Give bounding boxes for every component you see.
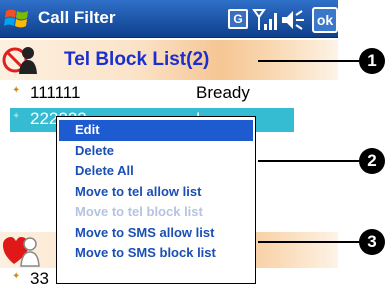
callout-line	[258, 60, 360, 62]
sms-heart-icon	[3, 237, 40, 267]
ok-button[interactable]: ok	[312, 7, 338, 33]
volume-icon[interactable]	[280, 8, 306, 32]
entry-star-icon: ✦	[12, 271, 21, 282]
callout-marker-3: 3	[359, 229, 385, 255]
context-menu: Edit Delete Delete All Move to tel allow…	[56, 116, 256, 284]
menu-item-edit[interactable]: Edit	[59, 120, 253, 141]
g-connection-icon[interactable]: G	[228, 9, 248, 29]
callout-line	[258, 241, 360, 243]
entry-number: 33	[30, 269, 49, 288]
list-item[interactable]: ✦ 111111 Bready	[0, 82, 338, 106]
entry-star-icon: ✦	[12, 85, 21, 96]
window-title: Call Filter	[38, 8, 116, 27]
callout-marker-1: 1	[359, 48, 385, 74]
menu-item-delete-all[interactable]: Delete All	[57, 161, 255, 182]
title-bar: Call Filter G ok	[0, 0, 338, 38]
menu-item-delete[interactable]: Delete	[57, 141, 255, 162]
entry-number: 111111	[30, 83, 81, 102]
signal-icon[interactable]	[252, 7, 278, 33]
entry-name: Bready	[196, 83, 250, 102]
menu-item-move-to-tel-allow[interactable]: Move to tel allow list	[57, 182, 255, 203]
menu-item-move-to-sms-allow[interactable]: Move to SMS allow list	[57, 223, 255, 244]
callout-marker-2: 2	[359, 148, 385, 174]
entry-star-icon: ✦	[12, 111, 21, 122]
device-screen: Call Filter G ok Tel Block List(2) ✦ 111…	[0, 0, 338, 288]
menu-item-move-to-tel-block: Move to tel block list	[75, 204, 203, 219]
menu-item-move-to-sms-block[interactable]: Move to SMS block list	[57, 243, 255, 264]
tel-block-icon	[2, 47, 37, 74]
tel-block-list-title: Tel Block List(2)	[64, 49, 210, 70]
callout-line	[258, 160, 360, 162]
windows-start-icon[interactable]	[3, 5, 31, 33]
